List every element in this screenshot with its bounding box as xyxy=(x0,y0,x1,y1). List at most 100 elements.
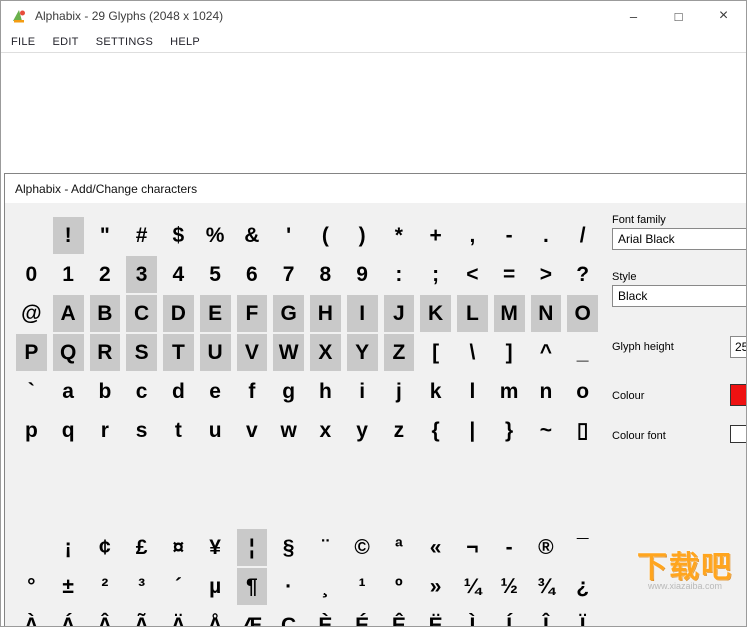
glyph-cell[interactable]: a xyxy=(50,372,87,411)
glyph-cell[interactable]: ¹ xyxy=(344,567,381,606)
glyph-cell[interactable]: % xyxy=(197,216,234,255)
glyph-cell[interactable]: ² xyxy=(87,567,124,606)
glyph-cell[interactable]: ] xyxy=(491,333,528,372)
glyph-cell[interactable]: { xyxy=(417,411,454,450)
glyph-cell[interactable]: j xyxy=(381,372,418,411)
glyph-cell[interactable]: = xyxy=(491,255,528,294)
glyph-cell[interactable]: § xyxy=(270,528,307,567)
glyph-cell[interactable]: L xyxy=(454,294,491,333)
glyph-cell[interactable]: ¦ xyxy=(233,528,271,567)
glyph-cell[interactable]: ¤ xyxy=(160,528,197,567)
glyph-cell[interactable]: Ê xyxy=(381,606,418,627)
glyph-cell[interactable]: ° xyxy=(13,567,50,606)
glyph-height-input[interactable] xyxy=(730,336,746,358)
glyph-cell[interactable]: ) xyxy=(344,216,381,255)
font-family-select[interactable]: Arial Black xyxy=(612,228,746,250)
glyph-cell[interactable]: ~ xyxy=(528,411,565,450)
glyph-cell[interactable]: W xyxy=(270,333,307,372)
glyph-cell[interactable]: 3 xyxy=(123,255,160,294)
glyph-cell[interactable]: _ xyxy=(564,333,601,372)
glyph-cell[interactable]: º xyxy=(381,567,418,606)
glyph-cell[interactable]: > xyxy=(528,255,565,294)
glyph-cell[interactable]: i xyxy=(344,372,381,411)
glyph-cell[interactable]: · xyxy=(270,567,307,606)
glyph-cell[interactable]: ³ xyxy=(123,567,160,606)
glyph-cell[interactable]: ¸ xyxy=(307,567,344,606)
close-button[interactable]: × xyxy=(701,1,746,31)
glyph-cell[interactable]: - xyxy=(491,216,528,255)
glyph-cell[interactable]: Ä xyxy=(160,606,197,627)
glyph-cell[interactable]: Ë xyxy=(417,606,454,627)
glyph-cell[interactable]: T xyxy=(160,333,197,372)
glyph-cell[interactable]: , xyxy=(454,216,491,255)
glyph-cell[interactable]: # xyxy=(123,216,160,255)
colour-swatch[interactable] xyxy=(730,384,746,406)
glyph-cell[interactable]: G xyxy=(270,294,307,333)
glyph-cell[interactable]: ¨ xyxy=(307,528,344,567)
glyph-cell[interactable]: O xyxy=(564,294,601,333)
glyph-cell[interactable]: f xyxy=(234,372,271,411)
glyph-cell[interactable]: Î xyxy=(528,606,565,627)
glyph-cell[interactable]: | xyxy=(454,411,491,450)
glyph-cell[interactable]: Ï xyxy=(564,606,601,627)
glyph-cell[interactable]: g xyxy=(270,372,307,411)
glyph-cell[interactable]: ▯ xyxy=(564,411,601,450)
glyph-cell[interactable]: 9 xyxy=(344,255,381,294)
glyph-cell[interactable]: Å xyxy=(197,606,234,627)
glyph-cell[interactable]: X xyxy=(307,333,344,372)
glyph-cell[interactable]: ¶ xyxy=(233,567,271,606)
glyph-cell[interactable]: S xyxy=(123,333,160,372)
glyph-cell[interactable]: Í xyxy=(491,606,528,627)
glyph-cell[interactable]: A xyxy=(49,294,87,333)
glyph-cell[interactable]: / xyxy=(564,216,601,255)
glyph-cell[interactable]: 0 xyxy=(13,255,50,294)
glyph-cell[interactable]: ; xyxy=(417,255,454,294)
glyph-cell[interactable]: $ xyxy=(160,216,197,255)
glyph-cell[interactable]: \ xyxy=(454,333,491,372)
glyph-cell[interactable]: Ì xyxy=(454,606,491,627)
glyph-cell[interactable]: } xyxy=(491,411,528,450)
glyph-cell[interactable]: 1 xyxy=(50,255,87,294)
glyph-cell[interactable]: h xyxy=(307,372,344,411)
glyph-cell[interactable]: & xyxy=(234,216,271,255)
glyph-cell[interactable]: d xyxy=(160,372,197,411)
glyph-cell[interactable]: © xyxy=(344,528,381,567)
glyph-cell[interactable]: V xyxy=(233,333,271,372)
glyph-cell[interactable]: n xyxy=(528,372,565,411)
glyph-cell[interactable]: 6 xyxy=(234,255,271,294)
glyph-cell[interactable]: ^ xyxy=(528,333,565,372)
glyph-cell[interactable]: C xyxy=(123,294,160,333)
glyph-cell[interactable]: [ xyxy=(417,333,454,372)
glyph-cell[interactable]: F xyxy=(233,294,271,333)
glyph-cell[interactable]: H xyxy=(307,294,344,333)
glyph-cell[interactable]: + xyxy=(417,216,454,255)
maximize-button[interactable]: □ xyxy=(656,1,701,31)
glyph-cell[interactable]: ´ xyxy=(160,567,197,606)
glyph-cell[interactable]: E xyxy=(196,294,234,333)
glyph-cell[interactable]: R xyxy=(86,333,124,372)
menu-help[interactable]: HELP xyxy=(170,36,200,48)
glyph-cell[interactable]: u xyxy=(197,411,234,450)
glyph-cell[interactable]: 4 xyxy=(160,255,197,294)
glyph-cell[interactable]: N xyxy=(527,294,565,333)
glyph-cell[interactable]: e xyxy=(197,372,234,411)
glyph-cell[interactable]: o xyxy=(564,372,601,411)
glyph-cell[interactable]: z xyxy=(381,411,418,450)
glyph-cell[interactable]: . xyxy=(528,216,565,255)
glyph-cell[interactable]: « xyxy=(417,528,454,567)
glyph-cell[interactable]: ® xyxy=(528,528,565,567)
glyph-cell[interactable]: I xyxy=(343,294,381,333)
glyph-cell[interactable]: J xyxy=(380,294,418,333)
glyph-cell[interactable]: M xyxy=(490,294,528,333)
glyph-cell[interactable]: : xyxy=(381,255,418,294)
glyph-cell[interactable]: Z xyxy=(380,333,418,372)
menu-file[interactable]: FILE xyxy=(11,36,35,48)
glyph-cell[interactable]: Â xyxy=(87,606,124,627)
glyph-cell[interactable]: x xyxy=(307,411,344,450)
glyph-cell[interactable]: Ã xyxy=(123,606,160,627)
glyph-cell[interactable]: ª xyxy=(381,528,418,567)
glyph-cell[interactable]: ½ xyxy=(491,567,528,606)
glyph-cell[interactable]: Æ xyxy=(234,606,271,627)
glyph-cell[interactable]: q xyxy=(50,411,87,450)
glyph-cell[interactable]: ! xyxy=(49,216,87,255)
